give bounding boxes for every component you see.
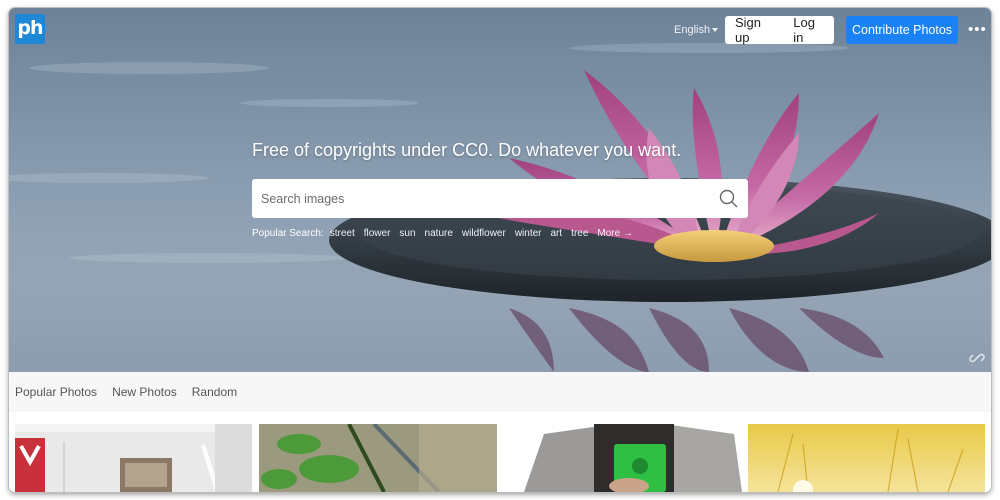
popular-tag[interactable]: tree xyxy=(571,228,588,239)
popular-tag[interactable]: wildflower xyxy=(462,228,506,239)
tab-popular-photos[interactable]: Popular Photos xyxy=(15,385,97,399)
hero-banner: ph English Sign up Log in Contribute Pho… xyxy=(9,8,991,372)
popular-tag[interactable]: art xyxy=(551,228,563,239)
signup-button[interactable]: Sign up xyxy=(725,15,783,45)
photo-tabs: Popular Photos New Photos Random xyxy=(9,372,991,412)
photo-thumbnail[interactable] xyxy=(748,424,985,492)
photo-grid xyxy=(9,412,991,492)
photo-thumbnail[interactable] xyxy=(259,424,497,492)
more-dots-icon[interactable]: ••• xyxy=(968,21,987,38)
tab-random[interactable]: Random xyxy=(192,385,237,399)
popular-searches: Popular Search: street flower sun nature… xyxy=(252,228,642,239)
search-bar xyxy=(252,179,748,218)
login-button[interactable]: Log in xyxy=(783,15,834,45)
popular-tag[interactable]: sun xyxy=(399,228,415,239)
link-icon[interactable] xyxy=(969,350,985,366)
popular-tag[interactable]: nature xyxy=(425,228,453,239)
magnifier-icon[interactable] xyxy=(719,189,738,208)
contribute-photos-button[interactable]: Contribute Photos xyxy=(846,16,958,44)
lotus-reflection xyxy=(509,308,884,372)
auth-buttons: Sign up Log in xyxy=(725,15,834,45)
site-logo[interactable]: ph xyxy=(15,14,45,44)
photo-thumbnail[interactable] xyxy=(15,424,252,492)
search-input[interactable] xyxy=(252,179,748,218)
more-tags-link[interactable]: More → xyxy=(597,228,633,239)
popular-tag[interactable]: street xyxy=(330,228,355,239)
hero-tagline: Free of copyrights under CC0. Do whateve… xyxy=(252,140,682,160)
photo-thumbnail[interactable] xyxy=(504,424,742,492)
language-selector[interactable]: English xyxy=(674,24,719,36)
popular-tag[interactable]: flower xyxy=(364,228,391,239)
caret-down-icon xyxy=(712,28,719,33)
popular-tag[interactable]: winter xyxy=(515,228,542,239)
browser-window: ph English Sign up Log in Contribute Pho… xyxy=(9,8,991,492)
popular-search-label: Popular Search: xyxy=(252,228,324,239)
tab-new-photos[interactable]: New Photos xyxy=(112,385,177,399)
language-label: English xyxy=(674,24,711,36)
